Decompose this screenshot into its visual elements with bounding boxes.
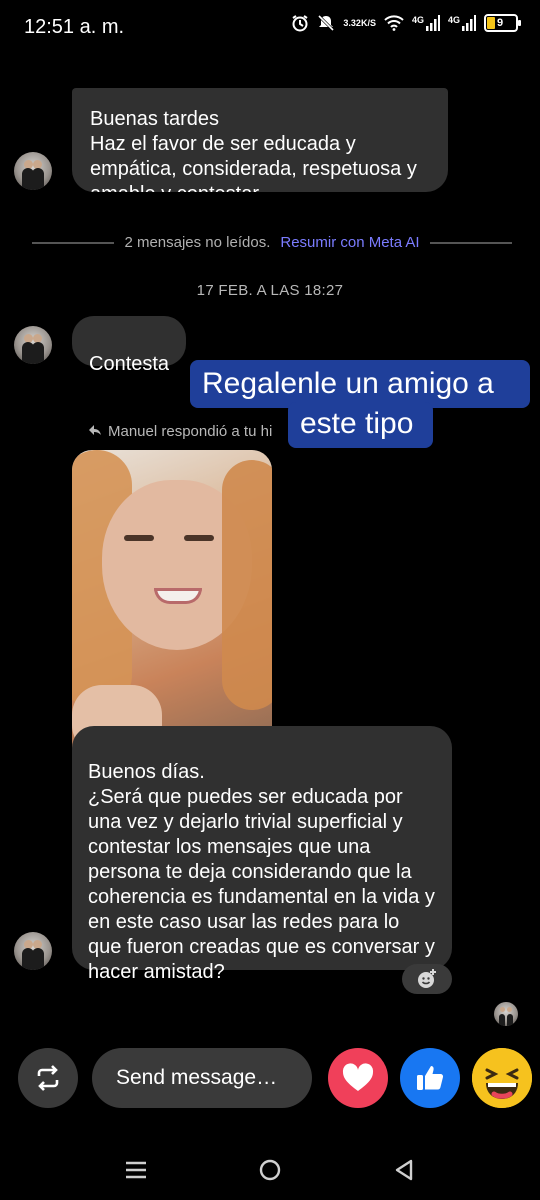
signal-icon: 4G <box>412 15 440 31</box>
menu-icon <box>126 1161 146 1179</box>
message-text: Contesta <box>89 353 170 375</box>
alarm-icon <box>291 14 309 32</box>
back-triangle-icon <box>395 1159 413 1181</box>
overlay-text-line: este tipo <box>288 402 433 448</box>
net-speed: 3.32 K/S <box>343 17 376 28</box>
repost-icon <box>37 1065 59 1091</box>
heart-button[interactable] <box>328 1048 388 1108</box>
sim2-label: 4G <box>447 15 460 25</box>
summarize-meta-ai-link[interactable]: Resumir con Meta AI <box>280 234 419 251</box>
reply-arrow-icon <box>88 423 102 440</box>
net-speed-unit: K/S <box>360 17 376 28</box>
send-message-input[interactable]: Send message… <box>92 1048 312 1108</box>
message-bubble[interactable]: Buenos días. ¿Será que puedes ser educad… <box>72 726 452 983</box>
wifi-icon <box>384 15 404 31</box>
thumbs-up-icon <box>417 1066 444 1090</box>
battery-level: 9 <box>497 17 504 29</box>
reply-note: Manuel respondió a tu hi <box>88 423 272 440</box>
add-reaction-button[interactable] <box>402 964 452 994</box>
unread-divider: 2 mensajes no leídos. Resumir con Meta A… <box>32 234 513 251</box>
status-icons: 3.32 K/S 4G 4G 9 <box>291 14 521 32</box>
message-bubble[interactable]: Buenas tardes Haz el favor de ser educad… <box>72 88 448 192</box>
message-text: Buenas tardes Haz el favor de ser educad… <box>90 108 417 192</box>
contact-avatar[interactable] <box>14 152 52 190</box>
message-bubble[interactable]: Contesta <box>72 316 187 375</box>
contact-avatar[interactable] <box>14 932 52 970</box>
emoji-button[interactable] <box>472 1048 532 1108</box>
seen-avatar <box>494 1002 518 1026</box>
message-text: Buenos días. ¿Será que puedes ser educad… <box>88 761 435 983</box>
unread-count-text: 2 mensajes no leídos. <box>124 234 271 251</box>
overlay-text-line: Regalenle un amigo a <box>190 360 530 408</box>
date-separator: 17 FEB. A LAS 18:27 <box>196 282 344 299</box>
recent-apps-button[interactable] <box>116 1152 156 1188</box>
home-button[interactable] <box>250 1152 290 1188</box>
home-circle-icon <box>259 1159 281 1181</box>
contact-avatar[interactable] <box>14 326 52 364</box>
sim1-label: 4G <box>411 15 424 25</box>
divider-line <box>429 241 513 244</box>
status-bar: 12:51 a. m. 3.32 K/S 4G 4G 9 <box>0 0 540 56</box>
add-reaction-icon <box>418 969 436 988</box>
system-nav-bar <box>0 1140 540 1200</box>
reply-note-text: Manuel respondió a tu hi <box>108 423 273 440</box>
back-button[interactable] <box>384 1152 424 1188</box>
net-speed-value: 3.32 <box>343 17 361 28</box>
signal-icon: 4G <box>448 15 476 31</box>
like-button[interactable] <box>400 1048 460 1108</box>
battery-icon: 9 <box>484 14 521 32</box>
story-photo[interactable] <box>72 450 272 750</box>
divider-line <box>32 241 115 244</box>
repost-button[interactable] <box>18 1048 78 1108</box>
heart-icon <box>342 1063 374 1091</box>
status-time: 12:51 a. m. <box>24 16 125 38</box>
mute-icon <box>317 14 335 32</box>
laughing-emoji-icon <box>472 1048 532 1108</box>
